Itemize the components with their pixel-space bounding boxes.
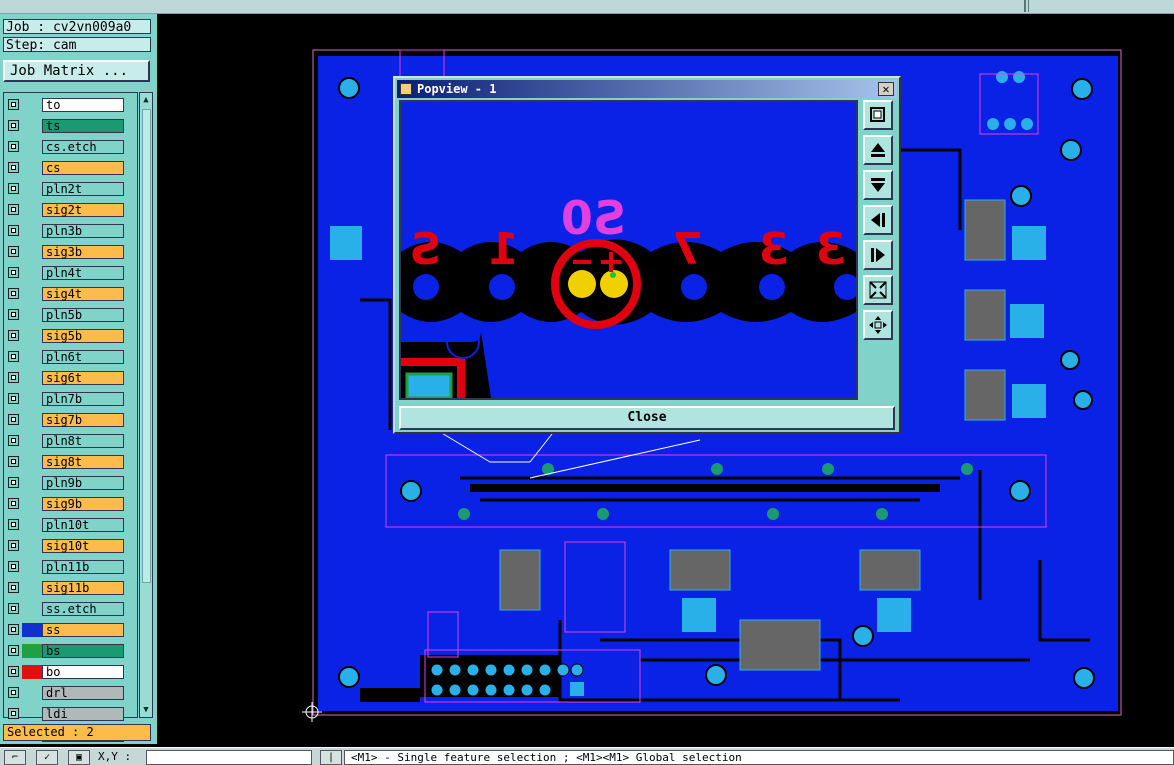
close-icon[interactable]: ✕	[878, 82, 894, 96]
zoom-window-icon[interactable]	[863, 100, 893, 130]
zoom-out-icon[interactable]	[863, 275, 893, 305]
snap-icon[interactable]: ⌐	[4, 750, 26, 765]
popview-titlebar[interactable]: Popview - 1 ✕	[397, 80, 897, 98]
silk-text-ref: S0	[561, 191, 626, 245]
popview-toolbar	[861, 100, 897, 400]
zoom-in-icon[interactable]	[863, 310, 893, 340]
close-button[interactable]: Close	[399, 406, 895, 430]
view-icon[interactable]: ▣	[68, 750, 90, 765]
popview-title: Popview - 1	[417, 82, 497, 96]
status-message: <M1> - Single feature selection ; <M1><M…	[344, 750, 1174, 765]
pan-left-icon[interactable]	[863, 205, 893, 235]
pan-up-icon[interactable]	[863, 135, 893, 165]
pan-down-icon[interactable]	[863, 170, 893, 200]
xy-label: X,Y :	[98, 750, 132, 763]
window-icon	[400, 83, 412, 95]
popview-window[interactable]: Popview - 1 ✕ S0 S 1 7 3 3 Close	[393, 76, 901, 434]
silk-text-digit: 3	[758, 224, 789, 275]
mode-icon[interactable]: |	[320, 750, 342, 765]
silk-text-digit: 1	[488, 224, 519, 275]
check-icon[interactable]: ✓	[36, 750, 58, 765]
silk-text-digit: 3	[815, 224, 846, 275]
coordinate-field[interactable]	[146, 750, 312, 765]
silk-text-digit: S	[409, 224, 441, 275]
board-silk-label: LT580T	[364, 689, 404, 702]
popview-canvas[interactable]: S0 S 1 7 3 3	[399, 100, 858, 400]
status-bar: ⌐ ✓ ▣ X,Y : | <M1> - Single feature sele…	[0, 747, 1174, 765]
pan-right-icon[interactable]	[863, 240, 893, 270]
silk-text-digit: 7	[672, 224, 703, 275]
